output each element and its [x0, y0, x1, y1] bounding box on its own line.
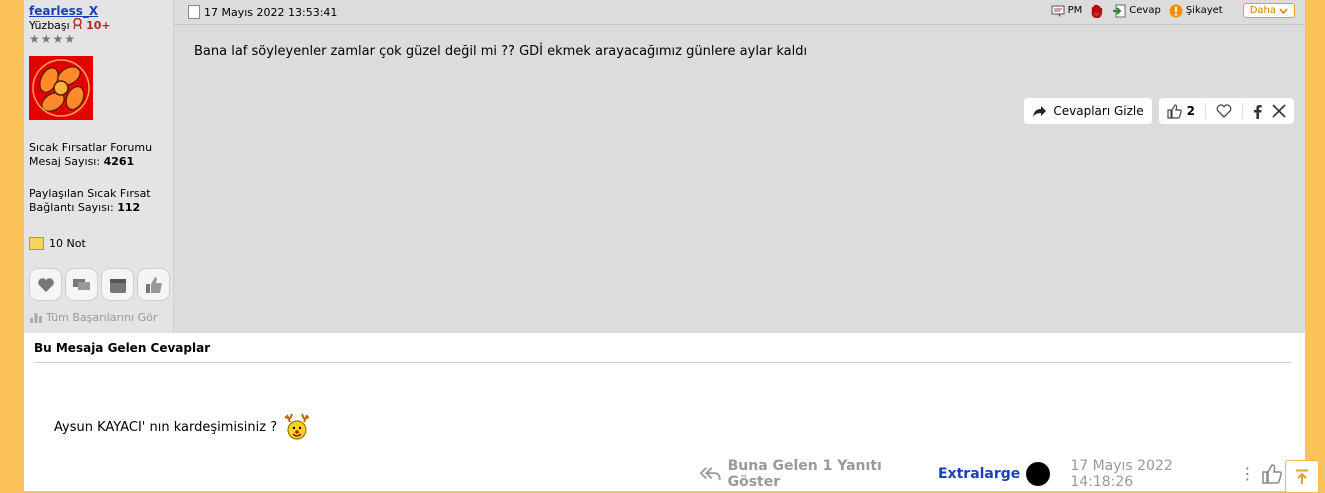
- forum-stat: Sıcak Fırsatlar Forumu Mesaj Sayısı: 426…: [29, 141, 152, 169]
- achievements-label: Tüm Başarılarını Gör: [46, 311, 158, 324]
- deals-count-row: Bağlantı Sayısı: 112: [29, 201, 151, 215]
- thumbs-up-icon: [1167, 103, 1182, 119]
- thumbs-up-badge-icon[interactable]: [137, 268, 170, 301]
- reindeer-smiley-icon: [284, 413, 310, 440]
- show-replies-link[interactable]: Buna Gelen 1 Yanıtı Göster: [700, 458, 918, 490]
- post-actions: PM Cevap Şikayet Daha: [1051, 3, 1295, 18]
- chevron-down-icon: [1279, 8, 1288, 14]
- deals-count: 112: [117, 201, 141, 214]
- chart-bars-icon: [30, 313, 42, 323]
- message-count-row: Mesaj Sayısı: 4261: [29, 155, 152, 169]
- show-replies-label: Buna Gelen 1 Yanıtı Göster: [727, 458, 882, 490]
- separator: [1205, 103, 1206, 119]
- reply-button[interactable]: Cevap: [1112, 4, 1161, 18]
- notes-link[interactable]: 10 Not: [29, 237, 86, 250]
- user-rank: Yüzbaşı 10+: [29, 17, 111, 32]
- reply-icon: [1113, 4, 1126, 17]
- more-dropdown[interactable]: Daha: [1242, 3, 1295, 18]
- forum-label: Sıcak Fırsatlar Forumu: [29, 141, 153, 154]
- stop-hand-icon: [1091, 4, 1103, 18]
- post-text: Bana laf söyleyenler zamlar çok güzel de…: [194, 44, 808, 59]
- page-frame: fearless_X Yüzbaşı 10+ ★★★★ Sıcak Fırsat…: [24, 0, 1305, 491]
- pm-label: PM: [1067, 5, 1083, 16]
- thumbs-up-icon: [1261, 464, 1282, 484]
- rating-stars: ★★★★: [29, 32, 77, 46]
- reply-text: Aysun KAYACI' nın kardeşimisiniz ?: [54, 413, 311, 441]
- more-options-icon[interactable]: ⋮: [1240, 466, 1256, 482]
- rank-icon: [73, 17, 86, 32]
- like-count: 2: [1186, 104, 1195, 118]
- deals-count-label: Bağlantı Sayısı:: [29, 201, 114, 214]
- deals-label: Paylaşılan Sıcak Fırsat: [29, 187, 151, 200]
- x-twitter-icon[interactable]: [1272, 104, 1286, 118]
- hide-replies-button[interactable]: Cevapları Gizle: [1024, 98, 1152, 124]
- reply-author-link[interactable]: Extralarge: [938, 462, 1051, 486]
- complaint-label: Şikayet: [1185, 5, 1223, 16]
- comments-badge-icon[interactable]: [65, 268, 98, 301]
- deals-stat: Paylaşılan Sıcak Fırsat Bağlantı Sayısı:…: [29, 187, 151, 215]
- note-icon: [29, 237, 44, 250]
- facebook-icon[interactable]: [1253, 104, 1262, 119]
- reply-text-content: Aysun KAYACI' nın kardeşimisiniz ?: [54, 419, 278, 435]
- pm-button[interactable]: PM: [1051, 5, 1083, 17]
- message-count-label: Mesaj Sayısı:: [29, 155, 101, 168]
- hide-replies-label: Cevapları Gizle: [1053, 104, 1144, 118]
- post-date-text: 17 Mayıs 2022 13:53:41: [204, 5, 338, 19]
- post-date: 17 Mayıs 2022 13:53:41: [188, 5, 337, 19]
- reply-footer: Buna Gelen 1 Yanıtı Göster Extralarge 17…: [700, 458, 1305, 490]
- share-arrow-icon: [1033, 105, 1047, 117]
- avatar[interactable]: [29, 56, 93, 120]
- rank-level: 10+: [86, 19, 111, 32]
- more-label: Daha: [1249, 5, 1276, 16]
- stop-button[interactable]: [1090, 4, 1104, 18]
- message-count: 4261: [103, 155, 135, 168]
- post-header: 17 Mayıs 2022 13:53:41 PM Cevap Şikayet: [174, 0, 1305, 25]
- user-panel: fearless_X Yüzbaşı 10+ ★★★★ Sıcak Fırsat…: [24, 0, 174, 333]
- reaction-bar: 2: [1158, 98, 1294, 124]
- reply-label: Cevap: [1129, 5, 1161, 16]
- divider: [34, 362, 1291, 363]
- achievements-link[interactable]: Tüm Başarılarını Gör: [30, 311, 157, 324]
- document-icon: [188, 5, 200, 19]
- username-link[interactable]: fearless_X: [29, 4, 98, 18]
- reply-author-name: Extralarge: [938, 466, 1021, 482]
- like-button[interactable]: 2: [1167, 103, 1195, 119]
- badge-row: [29, 268, 170, 301]
- replies-title: Bu Mesaja Gelen Cevaplar: [34, 341, 211, 355]
- heart-badge-icon[interactable]: [29, 268, 62, 301]
- reply-date: 17 Mayıs 2022 14:18:26: [1070, 458, 1173, 490]
- reply-all-icon: [700, 467, 721, 481]
- arrow-up-icon: [1296, 469, 1308, 484]
- separator: [1242, 103, 1243, 119]
- heart-icon[interactable]: [1216, 104, 1232, 118]
- notes-label: 10 Not: [49, 237, 86, 250]
- post-reply-bar: Cevapları Gizle 2: [1024, 98, 1294, 124]
- avatar: [1026, 462, 1051, 486]
- post-body: 17 Mayıs 2022 13:53:41 PM Cevap Şikayet: [174, 0, 1305, 333]
- complaint-button[interactable]: Şikayet: [1169, 4, 1223, 18]
- rank-label: Yüzbaşı: [29, 19, 70, 32]
- scroll-to-top-button[interactable]: [1285, 460, 1319, 493]
- warning-icon: [1169, 4, 1183, 17]
- calendar-badge-icon[interactable]: [101, 268, 134, 301]
- pm-icon: [1051, 5, 1065, 17]
